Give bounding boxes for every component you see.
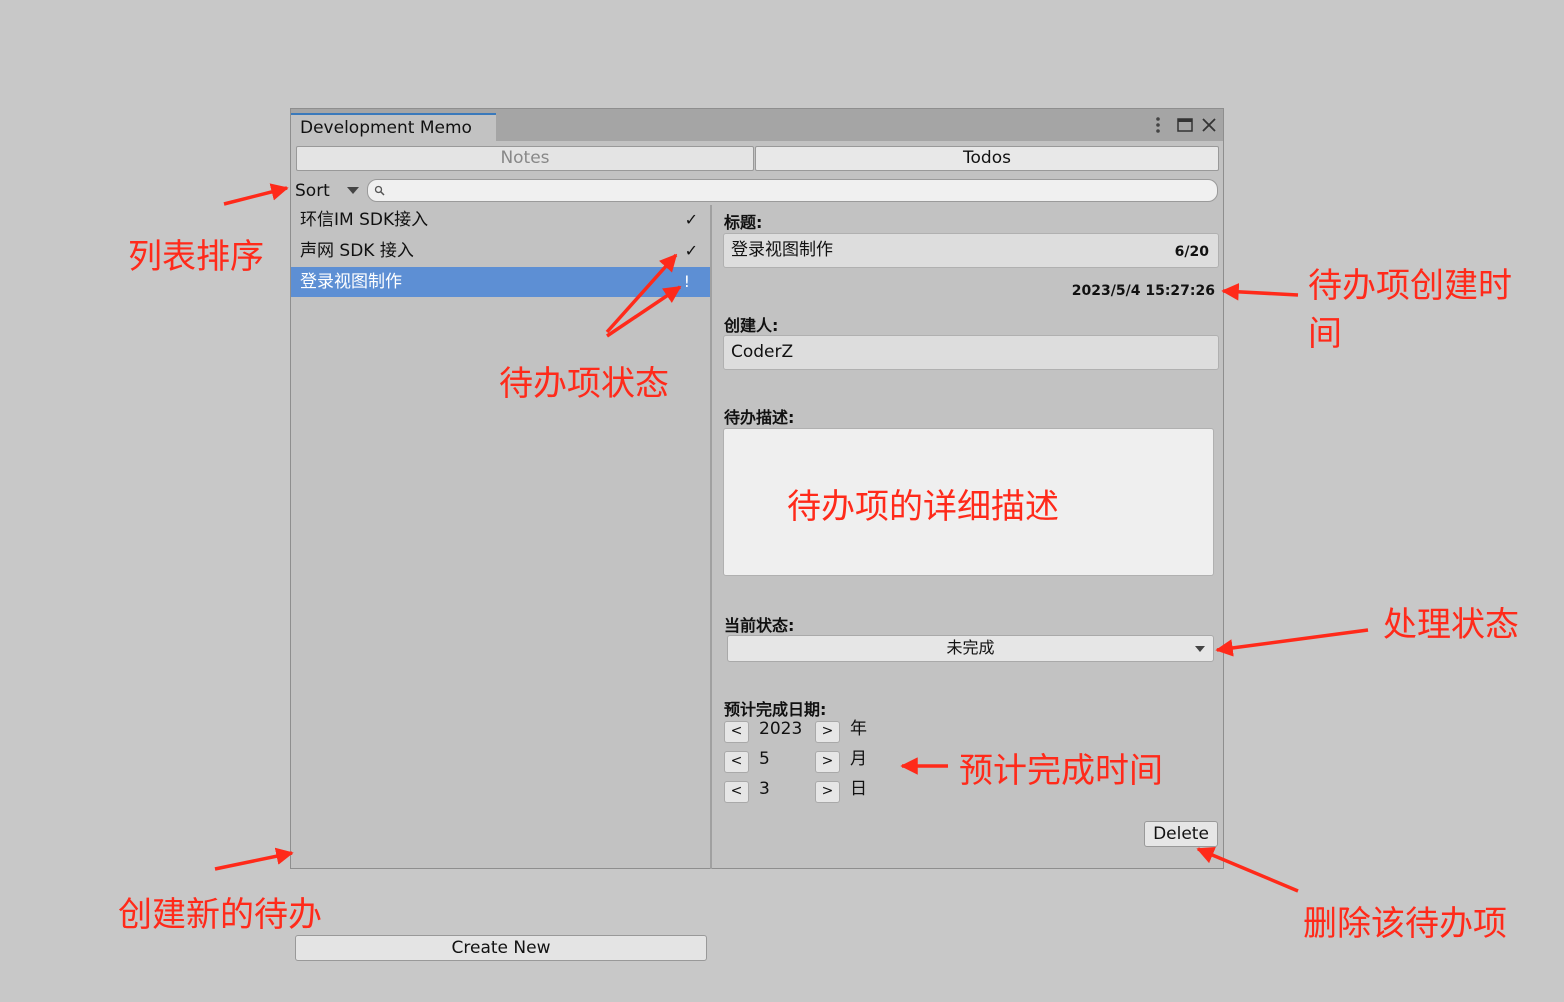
annotation-arrows xyxy=(214,183,1369,893)
arrow-created-time xyxy=(1221,283,1299,301)
arrow-sort xyxy=(223,183,289,206)
arrow-status-2 xyxy=(606,285,682,338)
arrow-create-new xyxy=(214,847,294,871)
arrow-process-status xyxy=(1215,628,1369,657)
arrow-status-1 xyxy=(605,253,678,334)
arrow-delete xyxy=(1196,847,1299,893)
